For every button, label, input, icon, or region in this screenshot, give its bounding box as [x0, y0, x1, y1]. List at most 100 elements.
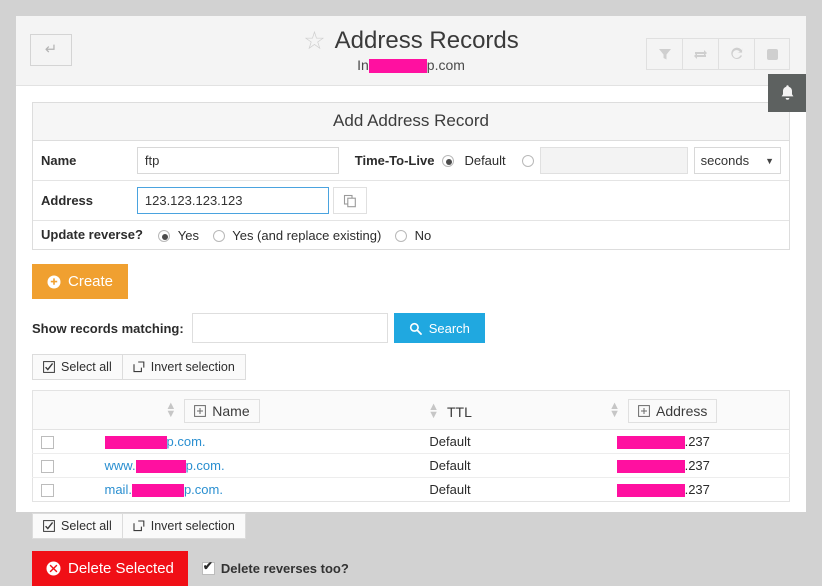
selection-toolbar-top: Select all Invert selection [32, 354, 246, 380]
stop-icon [766, 48, 779, 61]
sort-name-icon[interactable]: ▲▼ [165, 401, 176, 420]
address-column-label: Address [656, 403, 707, 419]
delete-reverses-toggle[interactable]: Delete reverses too? [202, 561, 349, 576]
row-ttl-cell: Default [363, 477, 538, 501]
search-icon [409, 322, 422, 335]
bell-icon [779, 84, 796, 102]
name-column-button[interactable]: Name [184, 399, 259, 423]
search-input[interactable] [192, 313, 388, 343]
swap-button[interactable] [682, 38, 718, 70]
table-header-row: ▲▼ Name ▲▼ [33, 391, 790, 430]
address-label: Address [33, 181, 129, 221]
star-outline-icon[interactable]: ☆ [303, 29, 325, 54]
row-checkbox-cell[interactable] [33, 429, 63, 453]
create-button[interactable]: Create [32, 264, 128, 299]
ttl-custom-radio[interactable] [522, 155, 534, 167]
row-ttl-cell: Default [363, 453, 538, 477]
create-button-label: Create [68, 273, 113, 290]
swap-icon [693, 47, 708, 61]
row-address-suffix: .237 [685, 458, 710, 473]
copy-address-button[interactable] [333, 187, 367, 214]
form-row-update-reverse: Update reverse? Yes Yes (and replace exi… [33, 221, 789, 250]
name-input[interactable] [137, 147, 339, 174]
ttl-column-label: TTL [447, 404, 472, 420]
plus-circle-icon [47, 275, 61, 289]
refresh-button[interactable] [718, 38, 754, 70]
reverse-yes-replace-label: Yes (and replace existing) [232, 228, 381, 243]
row-checkbox-cell[interactable] [33, 477, 63, 501]
select-all-button-top[interactable]: Select all [32, 354, 123, 380]
reverse-yes-radio[interactable] [158, 230, 170, 242]
search-button[interactable]: Search [394, 313, 485, 343]
check-square-icon [43, 361, 55, 373]
delete-selected-button[interactable]: Delete Selected [32, 551, 188, 586]
row-ttl-cell: Default [363, 429, 538, 453]
row-address-suffix: .237 [685, 434, 710, 449]
filter-button[interactable] [646, 38, 682, 70]
invert-selection-label-top: Invert selection [151, 360, 235, 374]
table-row[interactable]: www. p.com.Default .237 [33, 453, 790, 477]
redacted-address [617, 436, 685, 449]
search-button-label: Search [429, 321, 470, 336]
table-row[interactable]: p.com.Default .237 [33, 429, 790, 453]
records-table-body: p.com.Default .237www. p.com.Default .23… [33, 429, 790, 501]
row-address-suffix: .237 [685, 482, 710, 497]
header-toolbar [646, 38, 790, 70]
form-row-name: Name Time-To-Live Default seconds [33, 141, 789, 181]
row-name-cell[interactable]: www. p.com. [63, 453, 363, 477]
row-address-cell: .237 [538, 477, 790, 501]
ttl-group: Time-To-Live Default seconds ▼ [355, 147, 781, 174]
row-checkbox[interactable] [41, 460, 54, 473]
add-address-record-panel: Add Address Record Name Time-To-Live Def… [32, 102, 790, 250]
delete-selected-label: Delete Selected [68, 560, 174, 577]
row-name-cell[interactable]: p.com. [63, 429, 363, 453]
address-input[interactable] [137, 187, 329, 214]
row-address-cell: .237 [538, 453, 790, 477]
invert-icon [133, 361, 145, 373]
row-name-cell[interactable]: mail. p.com. [63, 477, 363, 501]
ttl-label: Time-To-Live [355, 153, 435, 168]
page-header: ↵ ☆ Address Records In p.com [16, 16, 806, 86]
search-row: Show records matching: Search [32, 313, 790, 343]
plus-square-icon [194, 405, 206, 417]
ttl-unit-select[interactable]: seconds ▼ [694, 147, 781, 174]
back-arrow-icon: ↵ [45, 41, 58, 58]
row-checkbox[interactable] [41, 436, 54, 449]
refresh-icon [729, 47, 744, 62]
row-checkbox[interactable] [41, 484, 54, 497]
back-button[interactable]: ↵ [30, 34, 72, 66]
update-reverse-label: Update reverse? [41, 227, 143, 242]
records-table: ▲▼ Name ▲▼ [32, 390, 790, 502]
table-row[interactable]: mail. p.com.Default .237 [33, 477, 790, 501]
delete-reverses-checkbox[interactable] [202, 562, 215, 575]
row-name-suffix: p.com. [186, 458, 225, 473]
name-column-label: Name [212, 403, 249, 419]
invert-selection-button-top[interactable]: Invert selection [123, 354, 246, 380]
row-name-suffix: p.com. [184, 482, 223, 497]
subtitle-prefix: In [357, 57, 369, 73]
sort-ttl-icon[interactable]: ▲▼ [428, 402, 439, 421]
reverse-no-radio[interactable] [395, 230, 407, 242]
plus-square-icon [638, 405, 650, 417]
add-record-form: Name Time-To-Live Default seconds [33, 141, 789, 249]
select-all-label-top: Select all [61, 360, 112, 374]
address-column-button[interactable]: Address [628, 399, 717, 423]
ttl-value-input[interactable] [540, 147, 688, 174]
reverse-yes-replace-radio[interactable] [213, 230, 225, 242]
row-name-prefix: www. [105, 458, 136, 473]
row-address-cell: .237 [538, 429, 790, 453]
filter-icon [658, 47, 672, 61]
row-checkbox-cell[interactable] [33, 453, 63, 477]
form-row-address: Address [33, 181, 789, 221]
th-ttl: ▲▼ TTL [363, 391, 538, 430]
delete-reverses-label: Delete reverses too? [221, 561, 349, 576]
page-body: Add Address Record Name Time-To-Live Def… [16, 86, 806, 586]
sort-address-icon[interactable]: ▲▼ [609, 401, 620, 420]
th-name: ▲▼ Name [63, 391, 363, 430]
notifications-button[interactable] [768, 74, 806, 112]
ttl-default-radio[interactable] [442, 155, 454, 167]
redacted-address [617, 484, 685, 497]
redacted-domain [369, 59, 427, 73]
stop-button[interactable] [754, 38, 790, 70]
reverse-yes-label: Yes [178, 228, 199, 243]
